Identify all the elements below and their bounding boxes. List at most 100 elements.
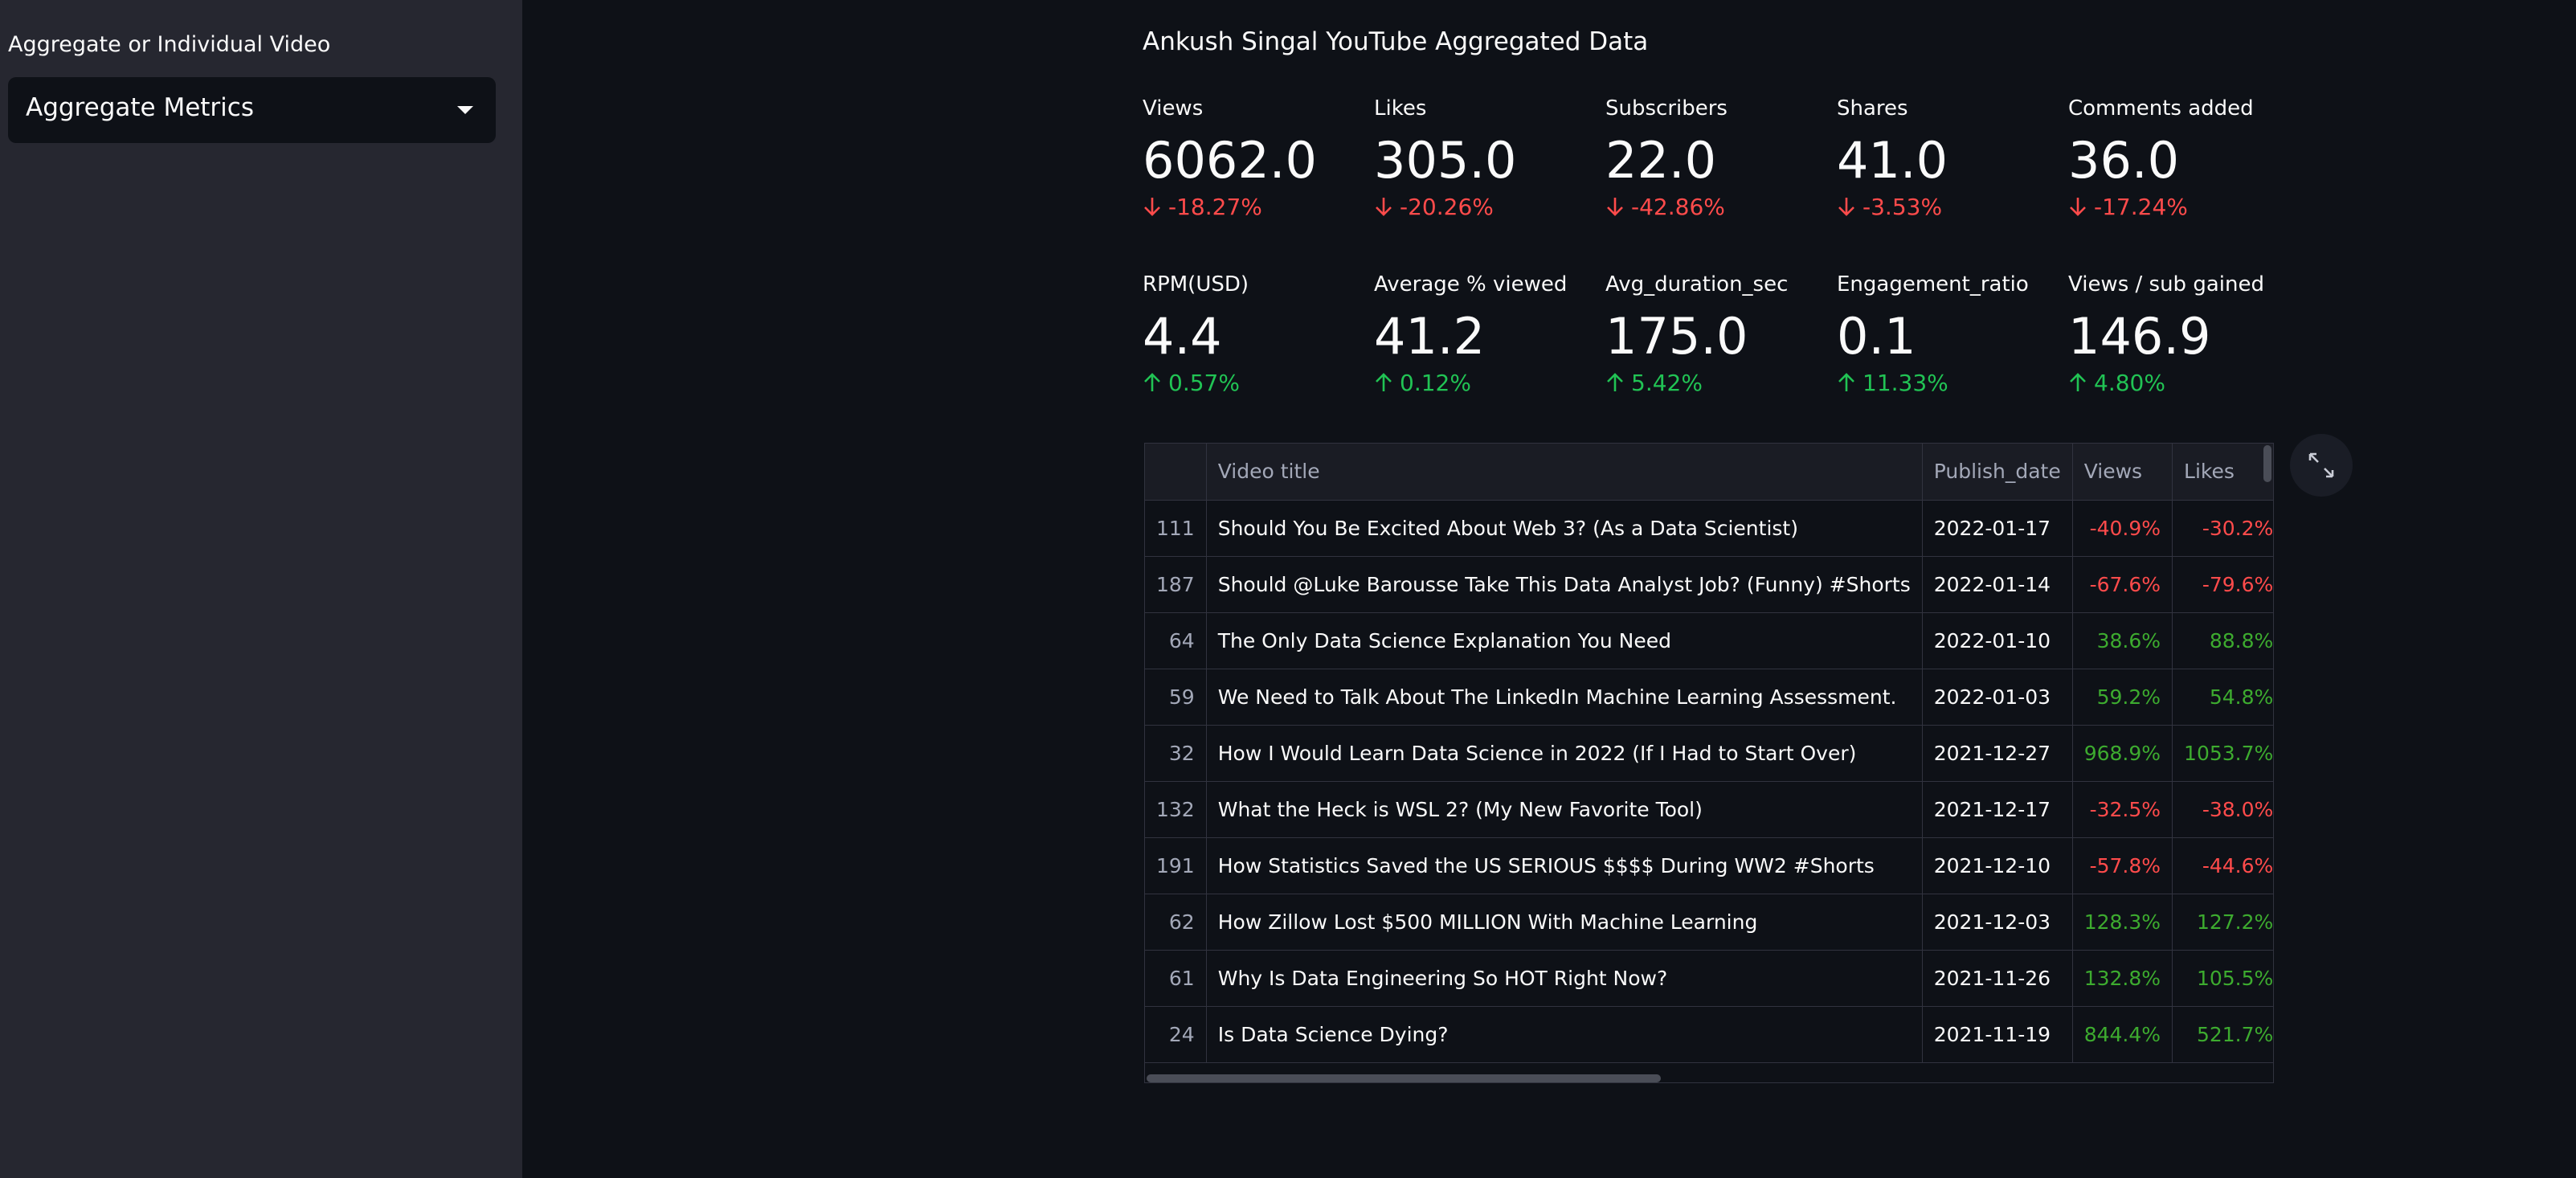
video-title-cell[interactable]: Is Data Science Dying?: [1206, 1006, 1923, 1063]
publish-date-cell[interactable]: 2021-11-19: [1922, 1006, 2073, 1063]
video-title-cell[interactable]: The Only Data Science Explanation You Ne…: [1206, 612, 1923, 669]
horizontal-scrollbar[interactable]: [1147, 1074, 1661, 1082]
metric-label: Shares: [1837, 96, 1908, 121]
caret-down-icon: [457, 106, 473, 114]
column-header-publish-date[interactable]: Publish_date: [1922, 444, 2073, 501]
arrow-down-icon: [1144, 198, 1160, 217]
publish-date-cell[interactable]: 2021-12-17: [1922, 781, 2073, 838]
vertical-scrollbar[interactable]: [2263, 445, 2271, 482]
metric-views-per-sub: Views / sub gained 146.9 4.80%: [2068, 272, 2293, 396]
metric-delta: -18.27%: [1143, 194, 1368, 220]
data-table[interactable]: Video title Publish_date Views Likes S 1…: [1144, 443, 2274, 1083]
metric-label: Views / sub gained: [2068, 272, 2264, 297]
expand-button[interactable]: [2290, 434, 2353, 497]
row-index[interactable]: 32: [1145, 725, 1207, 782]
views-cell[interactable]: 128.3%: [2072, 894, 2173, 951]
metric-delta: -42.86%: [1605, 194, 1830, 220]
publish-date-cell[interactable]: 2022-01-10: [1922, 612, 2073, 669]
video-title-cell[interactable]: We Need to Talk About The LinkedIn Machi…: [1206, 669, 1923, 726]
metric-value: 4.4: [1143, 307, 1222, 366]
metric-views: Views 6062.0 -18.27%: [1143, 96, 1368, 220]
table-row[interactable]: 191 How Statistics Saved the US SERIOUS $…: [1145, 837, 2273, 894]
table-row[interactable]: 61 Why Is Data Engineering So HOT Right N…: [1145, 950, 2273, 1007]
video-title-cell[interactable]: Should @Luke Barousse Take This Data Ana…: [1206, 556, 1923, 613]
metric-value: 175.0: [1605, 307, 1748, 366]
likes-cell[interactable]: 127.2%: [2172, 894, 2273, 951]
table-row[interactable]: 111 Should You Be Excited About Web 3? (A…: [1145, 500, 2273, 557]
metric-delta-text: -20.26%: [1400, 194, 1494, 221]
column-header-likes[interactable]: Likes: [2172, 444, 2273, 501]
publish-date-cell[interactable]: 2022-01-17: [1922, 500, 2073, 557]
likes-cell[interactable]: 521.7%: [2172, 1006, 2273, 1063]
views-cell[interactable]: -57.8%: [2072, 837, 2173, 894]
views-cell[interactable]: 844.4%: [2072, 1006, 2173, 1063]
metric-delta-text: -17.24%: [2094, 194, 2188, 221]
likes-cell[interactable]: 54.8%: [2172, 669, 2273, 726]
column-header-video-title[interactable]: Video title: [1206, 444, 1923, 501]
views-cell[interactable]: 38.6%: [2072, 612, 2173, 669]
likes-cell[interactable]: -44.6%: [2172, 837, 2273, 894]
views-cell[interactable]: 59.2%: [2072, 669, 2173, 726]
metric-delta: -17.24%: [2068, 194, 2293, 220]
views-cell[interactable]: 968.9%: [2072, 725, 2173, 782]
sidebar: Aggregate or Individual Video Aggregate …: [0, 0, 522, 1178]
table-row[interactable]: 64 The Only Data Science Explanation You …: [1145, 612, 2273, 669]
table-row[interactable]: 187 Should @Luke Barousse Take This Data …: [1145, 556, 2273, 613]
likes-cell[interactable]: 88.8%: [2172, 612, 2273, 669]
publish-date-cell[interactable]: 2021-12-27: [1922, 725, 2073, 782]
views-cell[interactable]: -67.6%: [2072, 556, 2173, 613]
likes-cell[interactable]: 105.5%: [2172, 950, 2273, 1007]
video-title-cell[interactable]: How Zillow Lost $500 MILLION With Machin…: [1206, 894, 1923, 951]
select-value: Aggregate Metrics: [26, 93, 254, 122]
video-title-cell[interactable]: Should You Be Excited About Web 3? (As a…: [1206, 500, 1923, 557]
video-title-cell[interactable]: How Statistics Saved the US SERIOUS $$$$…: [1206, 837, 1923, 894]
row-index[interactable]: 62: [1145, 894, 1207, 951]
publish-date-cell[interactable]: 2021-12-10: [1922, 837, 2073, 894]
metric-value: 41.2: [1374, 307, 1486, 366]
metric-comments: Comments added 36.0 -17.24%: [2068, 96, 2293, 220]
column-header-index[interactable]: [1145, 444, 1207, 501]
row-index[interactable]: 187: [1145, 556, 1207, 613]
likes-cell[interactable]: 1053.7%: [2172, 725, 2273, 782]
publish-date-cell[interactable]: 2021-11-26: [1922, 950, 2073, 1007]
page-title: Ankush Singal YouTube Aggregated Data: [1143, 27, 1649, 56]
views-cell[interactable]: -32.5%: [2072, 781, 2173, 838]
video-title-cell[interactable]: What the Heck is WSL 2? (My New Favorite…: [1206, 781, 1923, 838]
table-row[interactable]: 132 What the Heck is WSL 2? (My New Favor…: [1145, 781, 2273, 838]
arrow-up-icon: [2070, 373, 2086, 392]
views-cell[interactable]: 132.8%: [2072, 950, 2173, 1007]
table-row[interactable]: 32 How I Would Learn Data Science in 2022…: [1145, 725, 2273, 782]
metric-rpm: RPM(USD) 4.4 0.57%: [1143, 272, 1368, 396]
video-title-cell[interactable]: How I Would Learn Data Science in 2022 (…: [1206, 725, 1923, 782]
publish-date-cell[interactable]: 2021-12-03: [1922, 894, 2073, 951]
publish-date-cell[interactable]: 2022-01-14: [1922, 556, 2073, 613]
row-index[interactable]: 61: [1145, 950, 1207, 1007]
row-index[interactable]: 132: [1145, 781, 1207, 838]
row-index[interactable]: 111: [1145, 500, 1207, 557]
aggregate-select[interactable]: Aggregate Metrics: [8, 77, 496, 143]
expand-icon: [2308, 452, 2334, 478]
views-cell[interactable]: -40.9%: [2072, 500, 2173, 557]
publish-date-cell[interactable]: 2022-01-03: [1922, 669, 2073, 726]
metric-avg-duration: Avg_duration_sec 175.0 5.42%: [1605, 272, 1830, 396]
row-index[interactable]: 64: [1145, 612, 1207, 669]
row-index[interactable]: 191: [1145, 837, 1207, 894]
metric-delta: 4.80%: [2068, 370, 2293, 396]
metric-delta-text: -18.27%: [1168, 194, 1262, 221]
row-index[interactable]: 24: [1145, 1006, 1207, 1063]
likes-cell[interactable]: -30.2%: [2172, 500, 2273, 557]
metric-likes: Likes 305.0 -20.26%: [1374, 96, 1599, 220]
metric-label: Views: [1143, 96, 1204, 121]
column-header-views[interactable]: Views: [2072, 444, 2173, 501]
metric-delta-text: -42.86%: [1631, 194, 1725, 221]
likes-cell[interactable]: -38.0%: [2172, 781, 2273, 838]
metric-value: 6062.0: [1143, 131, 1317, 190]
likes-cell[interactable]: -79.6%: [2172, 556, 2273, 613]
table-row[interactable]: 59 We Need to Talk About The LinkedIn Mac…: [1145, 669, 2273, 726]
table-row[interactable]: 24 Is Data Science Dying? 2021-11-19 844.4%…: [1145, 1006, 2273, 1063]
metric-delta-text: 0.12%: [1400, 370, 1471, 397]
table-row[interactable]: 62 How Zillow Lost $500 MILLION With Mach…: [1145, 894, 2273, 951]
row-index[interactable]: 59: [1145, 669, 1207, 726]
arrow-up-icon: [1376, 373, 1392, 392]
video-title-cell[interactable]: Why Is Data Engineering So HOT Right Now…: [1206, 950, 1923, 1007]
